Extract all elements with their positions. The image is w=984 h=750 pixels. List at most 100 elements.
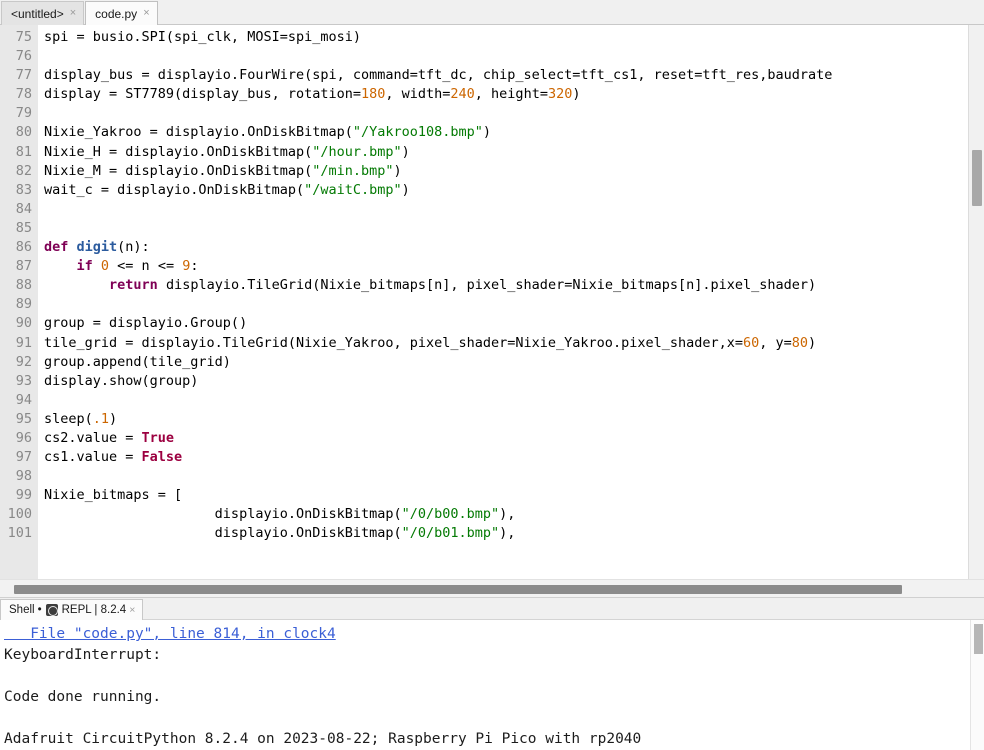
editor-horizontal-scrollbar[interactable] [0, 579, 984, 597]
code-line[interactable]: Nixie_M = displayio.OnDiskBitmap("/min.b… [44, 162, 983, 181]
code-line[interactable]: displayio.OnDiskBitmap("/0/b00.bmp"), [44, 505, 983, 524]
scrollbar-thumb[interactable] [972, 150, 982, 206]
line-number: 84 [15, 200, 32, 217]
shell-tab-separator: • [37, 604, 42, 616]
shell-tab-label-suffix: REPL | 8.2.4 [61, 604, 127, 616]
scrollbar-thumb[interactable] [974, 624, 983, 654]
code-line[interactable]: tile_grid = displayio.TileGrid(Nixie_Yak… [44, 334, 983, 353]
code-token: 80 [791, 334, 809, 351]
code-line[interactable]: def digit(n): [44, 238, 983, 257]
code-line[interactable]: Nixie_Yakroo = displayio.OnDiskBitmap("/… [44, 123, 983, 142]
code-line[interactable]: Nixie_bitmaps = [ [44, 486, 983, 505]
editor-tabbar: <untitled> × code.py × [0, 0, 984, 25]
code-line[interactable] [44, 47, 983, 66]
code-line[interactable] [44, 391, 983, 410]
close-icon[interactable]: × [129, 604, 135, 616]
code-line[interactable] [44, 467, 983, 486]
line-number: 80 [15, 124, 32, 141]
code-token: ) [572, 86, 581, 103]
repl-icon [45, 604, 58, 616]
code-token: "/hour.bmp" [312, 143, 402, 160]
code-token: ) [401, 181, 410, 198]
code-token: "/0/b00.bmp" [401, 506, 500, 523]
code-token: ) [482, 124, 492, 141]
shell-output[interactable]: File "code.py", line 814, in clock4 Keybo… [0, 620, 984, 750]
shell-output-line: KeyboardInterrupt: [4, 647, 162, 663]
code-token: 60 [742, 334, 760, 351]
code-line[interactable]: Nixie_H = displayio.OnDiskBitmap("/hour.… [44, 143, 983, 162]
code-line[interactable]: spi = busio.SPI(spi_clk, MOSI=spi_mosi) [44, 28, 983, 47]
code-token: group = displayio.Group() [44, 315, 248, 332]
code-line[interactable] [44, 295, 983, 314]
editor-tab-code-py[interactable]: code.py × [85, 1, 158, 25]
code-token: ), [499, 506, 516, 523]
code-line[interactable]: display.show(group) [44, 372, 983, 391]
code-token: 0 [100, 258, 110, 275]
line-number: 79 [15, 105, 32, 122]
code-line[interactable]: if 0 <= n <= 9: [44, 257, 983, 276]
editor-vertical-scrollbar[interactable] [968, 25, 984, 579]
line-number: 99 [15, 487, 32, 504]
code-token: digit [76, 239, 118, 256]
code-line[interactable]: sleep(.1) [44, 410, 983, 429]
editor-tab-untitled[interactable]: <untitled> × [1, 1, 85, 25]
line-number: 101 [7, 525, 32, 542]
code-token: def [44, 239, 77, 256]
code-line[interactable] [44, 104, 983, 123]
line-number: 78 [15, 86, 32, 103]
shell-output-line [4, 666, 984, 687]
line-number-gutter: 75 76 77 78 79 80 81 82 83 84 85 86 87 88 89 90 91 92 93 94… [0, 25, 38, 579]
code-token: ) [393, 162, 402, 179]
shell-output-line [4, 708, 984, 729]
line-number: 95 [15, 410, 32, 427]
code-token: ), [499, 525, 516, 542]
editor-pane: <untitled> × code.py × 75 76 77 78 79 80 81 82 8… [0, 0, 984, 597]
code-token: "/min.bmp" [312, 162, 394, 179]
shell-error-link[interactable]: File "code.py", line 814, in clock4 [4, 624, 984, 645]
code-line[interactable]: return displayio.TileGrid(Nixie_bitmaps[… [44, 276, 983, 295]
code-line[interactable]: group = displayio.Group() [44, 314, 983, 333]
code-token: (n): [117, 239, 150, 256]
code-token: 320 [547, 86, 573, 103]
code-token: ) [401, 143, 410, 160]
close-icon[interactable]: × [69, 8, 76, 19]
code-line[interactable]: group.append(tile_grid) [44, 353, 983, 372]
close-icon[interactable]: × [142, 8, 149, 19]
code-token: , y= [759, 334, 792, 351]
shell-vertical-scrollbar[interactable] [970, 620, 984, 750]
code-line[interactable]: display = ST7789(display_bus, rotation=1… [44, 85, 983, 104]
code-token: 180 [360, 86, 386, 103]
code-token: Nixie_M = displayio.OnDiskBitmap( [44, 162, 313, 179]
line-number: 94 [15, 391, 32, 408]
line-number: 91 [15, 334, 32, 351]
code-token: tile_grid = displayio.TileGrid(Nixie_Yak… [44, 334, 743, 351]
code-line[interactable]: cs1.value = False [44, 448, 983, 467]
code-editor[interactable]: 75 76 77 78 79 80 81 82 83 84 85 86 87 88 89 90 91 92 93 94… [0, 25, 984, 579]
line-number: 76 [15, 48, 32, 65]
code-line[interactable]: wait_c = displayio.OnDiskBitmap("/waitC.… [44, 181, 983, 200]
scrollbar-thumb[interactable] [14, 585, 902, 594]
code-line[interactable]: displayio.OnDiskBitmap("/0/b01.bmp"), [44, 524, 983, 543]
code-line[interactable]: display_bus = displayio.FourWire(spi, co… [44, 66, 983, 85]
code-token: displayio.OnDiskBitmap( [44, 506, 402, 523]
code-text-area[interactable]: spi = busio.SPI(spi_clk, MOSI=spi_mosi)d… [38, 25, 983, 579]
code-token: wait_c = displayio.OnDiskBitmap( [44, 181, 305, 198]
line-number: 98 [15, 468, 32, 485]
code-line[interactable] [44, 200, 983, 219]
line-number: 86 [15, 239, 32, 256]
code-line[interactable]: cs2.value = True [44, 429, 983, 448]
code-token: ) [109, 410, 118, 427]
line-number: 100 [7, 506, 32, 523]
code-token: 240 [450, 86, 475, 103]
shell-tab[interactable]: Shell • REPL | 8.2.4 × [0, 599, 144, 620]
code-line[interactable] [44, 219, 983, 238]
line-number: 83 [15, 181, 32, 198]
line-number: 82 [15, 162, 32, 179]
code-token: .1 [92, 410, 110, 427]
code-token: display.show(group) [44, 372, 199, 389]
code-token: displayio.OnDiskBitmap( [44, 525, 402, 542]
code-token: if [76, 258, 101, 275]
code-token: display = ST7789(display_bus, rotation= [44, 86, 361, 103]
line-number: 88 [15, 277, 32, 294]
